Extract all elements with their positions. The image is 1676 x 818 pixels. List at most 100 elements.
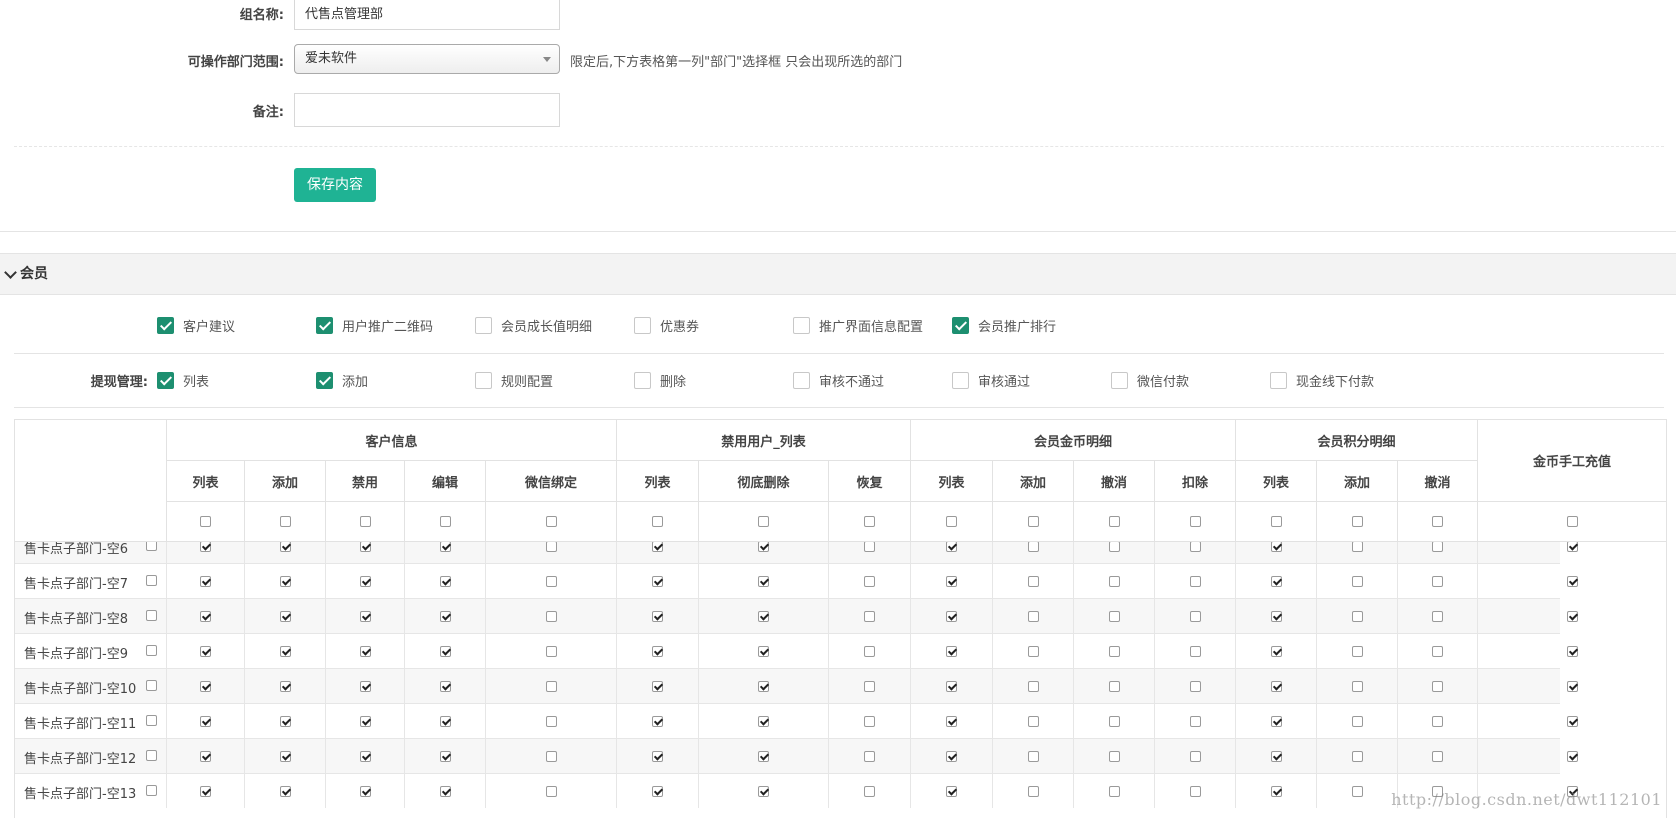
- permission-option[interactable]: 审核通过: [952, 370, 1030, 390]
- checkbox-checked-icon[interactable]: [1270, 540, 1282, 552]
- checkbox-unchecked-icon[interactable]: [545, 750, 557, 762]
- checkbox-checked-icon[interactable]: [652, 785, 663, 797]
- checkbox-checked-icon[interactable]: [758, 575, 769, 587]
- checkbox-checked-icon[interactable]: [946, 645, 957, 657]
- checkbox-unchecked-icon[interactable]: [545, 575, 557, 587]
- select-all-checkbox[interactable]: [1566, 516, 1578, 527]
- checkbox-checked-icon[interactable]: [758, 750, 769, 762]
- checkbox-unchecked-icon[interactable]: [1027, 750, 1039, 762]
- checkbox-unchecked-icon[interactable]: [1111, 371, 1128, 389]
- select-all-checkbox[interactable]: [946, 516, 957, 527]
- select-all-checkbox[interactable]: [652, 516, 663, 527]
- checkbox-unchecked-icon[interactable]: [1027, 610, 1039, 622]
- permission-option[interactable]: 客户建议: [157, 315, 235, 335]
- checkbox-checked-icon[interactable]: [758, 785, 769, 797]
- checkbox-checked-icon[interactable]: [200, 645, 211, 657]
- checkbox-checked-icon[interactable]: [279, 680, 291, 692]
- checkbox-unchecked-icon[interactable]: [1432, 540, 1443, 552]
- checkbox-checked-icon[interactable]: [1566, 575, 1578, 587]
- select-all-checkbox[interactable]: [545, 516, 557, 527]
- row-select-checkbox[interactable]: [146, 785, 157, 796]
- checkbox-unchecked-icon[interactable]: [1351, 540, 1363, 552]
- checkbox-checked-icon[interactable]: [1566, 610, 1578, 622]
- checkbox-unchecked-icon[interactable]: [1189, 680, 1201, 692]
- checkbox-checked-icon[interactable]: [1270, 750, 1282, 762]
- checkbox-unchecked-icon[interactable]: [864, 610, 875, 622]
- checkbox-unchecked-icon[interactable]: [634, 371, 651, 389]
- checkbox-unchecked-icon[interactable]: [1432, 715, 1443, 727]
- select-all-checkbox[interactable]: [758, 516, 769, 527]
- permission-option[interactable]: 列表: [157, 370, 209, 390]
- checkbox-unchecked-icon[interactable]: [1351, 785, 1363, 797]
- checkbox-unchecked-icon[interactable]: [864, 575, 875, 587]
- checkbox-unchecked-icon[interactable]: [475, 316, 492, 334]
- checkbox-checked-icon[interactable]: [316, 316, 333, 334]
- checkbox-checked-icon[interactable]: [946, 785, 957, 797]
- checkbox-checked-icon[interactable]: [1566, 750, 1578, 762]
- checkbox-checked-icon[interactable]: [758, 645, 769, 657]
- checkbox-checked-icon[interactable]: [279, 610, 291, 622]
- checkbox-unchecked-icon[interactable]: [1108, 575, 1120, 587]
- checkbox-checked-icon[interactable]: [439, 750, 451, 762]
- checkbox-unchecked-icon[interactable]: [1432, 575, 1443, 587]
- checkbox-unchecked-icon[interactable]: [1351, 645, 1363, 657]
- checkbox-checked-icon[interactable]: [359, 785, 371, 797]
- checkbox-checked-icon[interactable]: [200, 715, 211, 727]
- select-all-checkbox[interactable]: [359, 516, 371, 527]
- checkbox-unchecked-icon[interactable]: [1189, 785, 1201, 797]
- checkbox-checked-icon[interactable]: [652, 540, 663, 552]
- checkbox-unchecked-icon[interactable]: [1108, 645, 1120, 657]
- checkbox-checked-icon[interactable]: [157, 371, 174, 389]
- checkbox-checked-icon[interactable]: [652, 715, 663, 727]
- permission-option[interactable]: 会员推广排行: [952, 315, 1056, 335]
- checkbox-checked-icon[interactable]: [652, 750, 663, 762]
- select-all-checkbox[interactable]: [279, 516, 291, 527]
- checkbox-checked-icon[interactable]: [758, 610, 769, 622]
- checkbox-unchecked-icon[interactable]: [1027, 645, 1039, 657]
- checkbox-unchecked-icon[interactable]: [1108, 785, 1120, 797]
- checkbox-checked-icon[interactable]: [200, 750, 211, 762]
- checkbox-unchecked-icon[interactable]: [475, 371, 492, 389]
- checkbox-unchecked-icon[interactable]: [545, 680, 557, 692]
- checkbox-checked-icon[interactable]: [1566, 645, 1578, 657]
- checkbox-unchecked-icon[interactable]: [1027, 785, 1039, 797]
- checkbox-unchecked-icon[interactable]: [1027, 715, 1039, 727]
- select-all-checkbox[interactable]: [1189, 516, 1201, 527]
- select-all-checkbox[interactable]: [439, 516, 451, 527]
- checkbox-checked-icon[interactable]: [439, 645, 451, 657]
- checkbox-checked-icon[interactable]: [359, 715, 371, 727]
- checkbox-checked-icon[interactable]: [1270, 715, 1282, 727]
- checkbox-checked-icon[interactable]: [652, 680, 663, 692]
- checkbox-unchecked-icon[interactable]: [545, 715, 557, 727]
- permission-option[interactable]: 优惠券: [634, 315, 699, 335]
- checkbox-unchecked-icon[interactable]: [1189, 715, 1201, 727]
- checkbox-checked-icon[interactable]: [439, 540, 451, 552]
- checkbox-checked-icon[interactable]: [1566, 680, 1578, 692]
- checkbox-checked-icon[interactable]: [652, 575, 663, 587]
- checkbox-unchecked-icon[interactable]: [1189, 610, 1201, 622]
- checkbox-unchecked-icon[interactable]: [1189, 575, 1201, 587]
- select-all-checkbox[interactable]: [200, 516, 211, 527]
- select-all-checkbox[interactable]: [1432, 516, 1443, 527]
- member-section-header[interactable]: 会员: [0, 253, 1676, 295]
- checkbox-checked-icon[interactable]: [1270, 610, 1282, 622]
- checkbox-checked-icon[interactable]: [439, 610, 451, 622]
- row-select-checkbox[interactable]: [146, 680, 157, 691]
- dept-range-select[interactable]: 爱未软件: [294, 44, 560, 74]
- checkbox-checked-icon[interactable]: [946, 575, 957, 587]
- checkbox-checked-icon[interactable]: [439, 680, 451, 692]
- checkbox-checked-icon[interactable]: [946, 680, 957, 692]
- permission-option[interactable]: 推广界面信息配置: [793, 315, 923, 335]
- checkbox-unchecked-icon[interactable]: [1027, 540, 1039, 552]
- row-select-checkbox[interactable]: [146, 715, 157, 726]
- checkbox-checked-icon[interactable]: [157, 316, 174, 334]
- checkbox-checked-icon[interactable]: [1270, 575, 1282, 587]
- checkbox-checked-icon[interactable]: [1270, 645, 1282, 657]
- select-all-checkbox[interactable]: [1351, 516, 1363, 527]
- checkbox-unchecked-icon[interactable]: [864, 540, 875, 552]
- checkbox-checked-icon[interactable]: [279, 575, 291, 587]
- checkbox-unchecked-icon[interactable]: [1432, 680, 1443, 692]
- checkbox-unchecked-icon[interactable]: [1432, 645, 1443, 657]
- checkbox-unchecked-icon[interactable]: [1189, 540, 1201, 552]
- save-button[interactable]: 保存内容: [294, 168, 376, 202]
